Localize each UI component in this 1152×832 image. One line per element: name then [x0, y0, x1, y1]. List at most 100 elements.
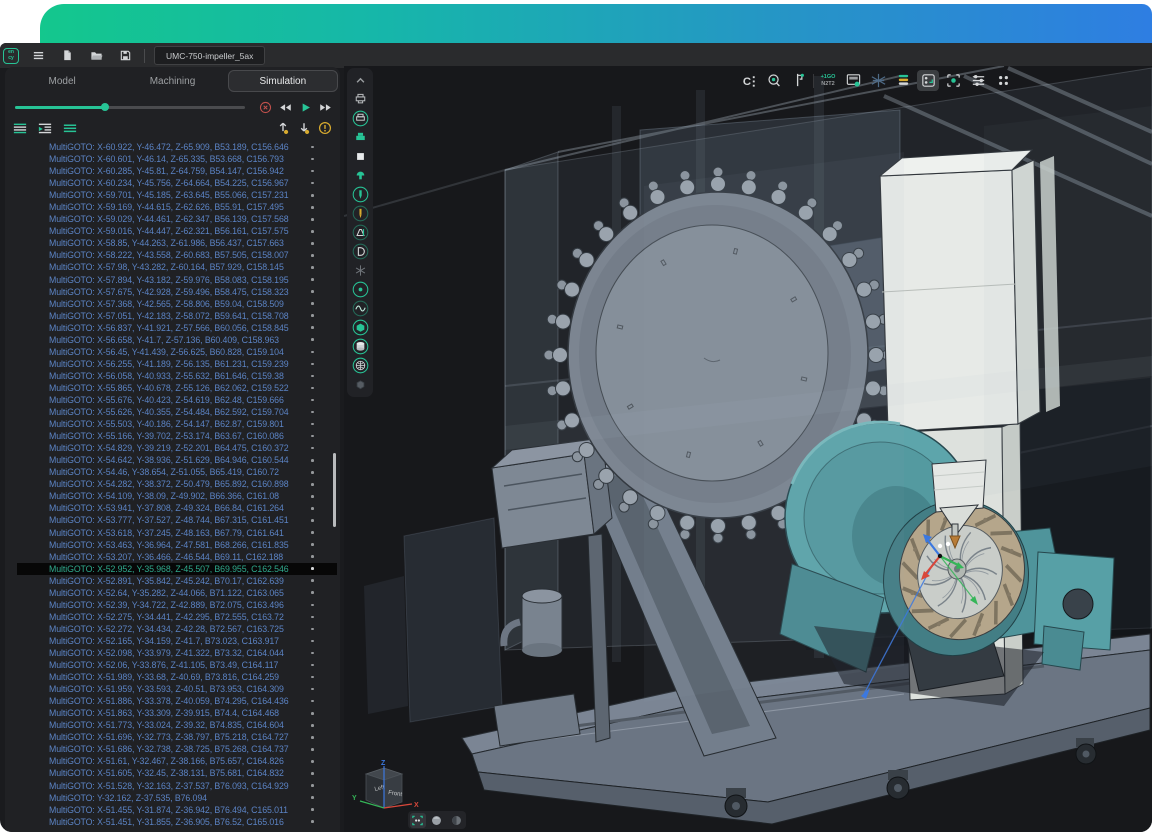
stock-mesh-icon[interactable]: [349, 356, 371, 375]
goto-row[interactable]: MultiGOTO: X-52.39, Y-34.722, Z-42.889, …: [17, 599, 337, 611]
viewport-3d[interactable]: C+1GON2T2 Left Front Z Y X: [344, 66, 1152, 832]
goto-row[interactable]: MultiGOTO: X-53.941, Y-37.808, Z-49.324,…: [17, 502, 337, 514]
goto-row[interactable]: MultiGOTO: X-51.959, Y-33.593, Z-40.51, …: [17, 683, 337, 695]
restart-icon[interactable]: [257, 99, 274, 115]
goto-row[interactable]: MultiGOTO: Y-32.162, Z-37.535, B76.094: [17, 792, 337, 804]
step-forward-icon[interactable]: [317, 99, 334, 115]
fixture-icon[interactable]: [349, 166, 371, 185]
probe-icon[interactable]: [763, 70, 785, 91]
machine-3d-view[interactable]: [344, 66, 1152, 832]
goto-row[interactable]: MultiGOTO: X-59.029, Y-44.461, Z-62.347,…: [17, 213, 337, 225]
goto-row[interactable]: MultiGOTO: X-56.255, Y-41.189, Z-56.135,…: [17, 358, 337, 370]
goto-row[interactable]: MultiGOTO: X-51.773, Y-33.024, Z-39.32, …: [17, 719, 337, 731]
goto-row[interactable]: MultiGOTO: X-52.165, Y-34.159, Z-41.7, B…: [17, 635, 337, 647]
save-icon[interactable]: [115, 47, 135, 65]
goto-row[interactable]: MultiGOTO: X-60.285, Y-45.81, Z-64.759, …: [17, 165, 337, 177]
goto-row[interactable]: MultiGOTO: X-54.46, Y-38.654, Z-51.055, …: [17, 466, 337, 478]
goto-row[interactable]: MultiGOTO: X-51.605, Y-32.45, Z-38.131, …: [17, 767, 337, 779]
goto-row[interactable]: MultiGOTO: X-55.865, Y-40.678, Z-55.126,…: [17, 382, 337, 394]
goto-row[interactable]: MultiGOTO: X-60.922, Y-46.472, Z-65.909,…: [17, 141, 337, 153]
stock-icon[interactable]: [349, 147, 371, 166]
display-options-icon[interactable]: [967, 70, 989, 91]
goto-row[interactable]: MultiGOTO: X-51.528, Y-32.163, Z-37.537,…: [17, 779, 337, 791]
goto-row[interactable]: MultiGOTO: X-51.886, Y-33.378, Z-40.059,…: [17, 695, 337, 707]
list-flat-icon[interactable]: [12, 120, 28, 136]
goto-row[interactable]: MultiGOTO: X-60.234, Y-45.756, Z-64.664,…: [17, 177, 337, 189]
goto-row[interactable]: MultiGOTO: X-51.451, Y-31.855, Z-36.905,…: [17, 816, 337, 828]
shank-icon[interactable]: [349, 204, 371, 223]
goto-row[interactable]: MultiGOTO: X-53.463, Y-36.964, Z-47.581,…: [17, 539, 337, 551]
goto-row[interactable]: MultiGOTO: X-59.169, Y-44.615, Z-62.626,…: [17, 201, 337, 213]
goto-row[interactable]: MultiGOTO: X-55.676, Y-40.423, Z-54.619,…: [17, 394, 337, 406]
machine-ghost-icon[interactable]: [349, 109, 371, 128]
new-file-icon[interactable]: [57, 47, 77, 65]
goto-row[interactable]: MultiGOTO: X-55.626, Y-40.355, Z-54.484,…: [17, 406, 337, 418]
goto-row[interactable]: MultiGOTO: X-53.207, Y-36.466, Z-46.544,…: [17, 551, 337, 563]
goto-row[interactable]: MultiGOTO: X-51.863, Y-33.309, Z-39.915,…: [17, 707, 337, 719]
goto-row[interactable]: MultiGOTO: X-51.61, Y-32.467, Z-38.166, …: [17, 755, 337, 767]
goto-row[interactable]: MultiGOTO: X-57.051, Y-42.183, Z-58.072,…: [17, 310, 337, 322]
goto-row[interactable]: MultiGOTO: X-55.503, Y-40.186, Z-54.147,…: [17, 418, 337, 430]
goto-row[interactable]: MultiGOTO: X-56.45, Y-41.439, Z-56.625, …: [17, 346, 337, 358]
shaded-view-icon[interactable]: [429, 813, 445, 828]
nc-counter-icon[interactable]: +1GON2T2: [817, 70, 839, 91]
goto-row[interactable]: MultiGOTO: X-52.275, Y-34.441, Z-42.295,…: [17, 611, 337, 623]
goto-row[interactable]: MultiGOTO: X-57.675, Y-42.928, Z-59.496,…: [17, 286, 337, 298]
goto-row[interactable]: MultiGOTO: X-60.601, Y-46.14, Z-65.335, …: [17, 153, 337, 165]
collapse-icon[interactable]: [349, 71, 371, 90]
collision-icon[interactable]: [942, 70, 964, 91]
machine-config-icon[interactable]: C: [738, 70, 760, 91]
goto-row[interactable]: MultiGOTO: X-52.891, Y-35.842, Z-45.242,…: [17, 575, 337, 587]
menu-icon[interactable]: [28, 47, 48, 65]
machine-outline-icon[interactable]: [349, 90, 371, 109]
layers-icon[interactable]: [892, 70, 914, 91]
post-save-icon[interactable]: [842, 70, 864, 91]
goto-row[interactable]: MultiGOTO: X-57.894, Y-43.182, Z-59.976,…: [17, 274, 337, 286]
stock-solid-icon[interactable]: [349, 318, 371, 337]
play-icon[interactable]: [297, 99, 314, 115]
goto-row[interactable]: MultiGOTO: X-57.368, Y-42.565, Z-58.806,…: [17, 298, 337, 310]
goto-row[interactable]: MultiGOTO: X-54.829, Y-39.219, Z-52.201,…: [17, 442, 337, 454]
simulation-display-icon[interactable]: [917, 70, 939, 91]
goto-row[interactable]: MultiGOTO: X-57.98, Y-43.282, Z-60.164, …: [17, 261, 337, 273]
goto-row[interactable]: MultiGOTO: X-53.618, Y-37.245, Z-48.163,…: [17, 527, 337, 539]
goto-row[interactable]: MultiGOTO: X-51.989, Y-33.68, Z-40.69, B…: [17, 671, 337, 683]
goto-row[interactable]: MultiGOTO: X-54.642, Y-38.936, Z-51.629,…: [17, 454, 337, 466]
open-file-icon[interactable]: [86, 47, 106, 65]
goto-row[interactable]: MultiGOTO: X-52.06, Y-33.876, Z-41.105, …: [17, 659, 337, 671]
goto-row[interactable]: MultiGOTO: X-58.222, Y-43.558, Z-60.683,…: [17, 249, 337, 261]
goto-row[interactable]: MultiGOTO: X-52.272, Y-34.434, Z-42.28, …: [17, 623, 337, 635]
goto-row[interactable]: MultiGOTO: X-55.166, Y-39.702, Z-53.174,…: [17, 430, 337, 442]
timeline-handle[interactable]: [101, 103, 109, 111]
point-icon[interactable]: [349, 280, 371, 299]
holder-icon[interactable]: [349, 223, 371, 242]
goto-row[interactable]: MultiGOTO: X-58.85, Y-44.263, Z-61.986, …: [17, 237, 337, 249]
workpiece-icon[interactable]: [349, 375, 371, 394]
measure-icon[interactable]: [788, 70, 810, 91]
document-tab[interactable]: UMC-750-impeller_5ax: [154, 46, 265, 65]
grid-menu-icon[interactable]: [992, 70, 1014, 91]
machine-solid-icon[interactable]: [349, 128, 371, 147]
move-down-icon[interactable]: [296, 120, 312, 136]
adapter-icon[interactable]: [349, 242, 371, 261]
scrollbar-thumb[interactable]: [333, 453, 336, 527]
tab-simulation[interactable]: Simulation: [228, 70, 338, 92]
filter-icon[interactable]: [62, 120, 78, 136]
goto-row[interactable]: MultiGOTO: X-52.64, Y-35.282, Z-44.066, …: [17, 587, 337, 599]
tab-model[interactable]: Model: [7, 70, 117, 92]
goto-row[interactable]: MultiGOTO: X-51.455, Y-31.874, Z-36.942,…: [17, 804, 337, 816]
step-back-icon[interactable]: [277, 99, 294, 115]
goto-row[interactable]: MultiGOTO: X-56.837, Y-41.921, Z-57.566,…: [17, 322, 337, 334]
timeline-track[interactable]: [15, 106, 245, 109]
tool-icon[interactable]: [349, 185, 371, 204]
goto-row[interactable]: MultiGOTO: X-52.098, Y-33.979, Z-41.322,…: [17, 647, 337, 659]
move-up-icon[interactable]: [275, 120, 291, 136]
goto-row[interactable]: MultiGOTO: X-56.658, Y-41.7, Z-57.136, B…: [17, 334, 337, 346]
goto-row[interactable]: MultiGOTO: X-54.109, Y-38.09, Z-49.902, …: [17, 490, 337, 502]
ghost-view-icon[interactable]: [448, 813, 464, 828]
goto-row[interactable]: MultiGOTO: X-53.777, Y-37.527, Z-48.744,…: [17, 514, 337, 526]
app-logo[interactable]: en cy: [3, 48, 19, 64]
fit-view-icon[interactable]: [410, 813, 426, 828]
goto-row[interactable]: MultiGOTO: X-51.686, Y-32.738, Z-38.725,…: [17, 743, 337, 755]
wireframe-icon[interactable]: [867, 70, 889, 91]
